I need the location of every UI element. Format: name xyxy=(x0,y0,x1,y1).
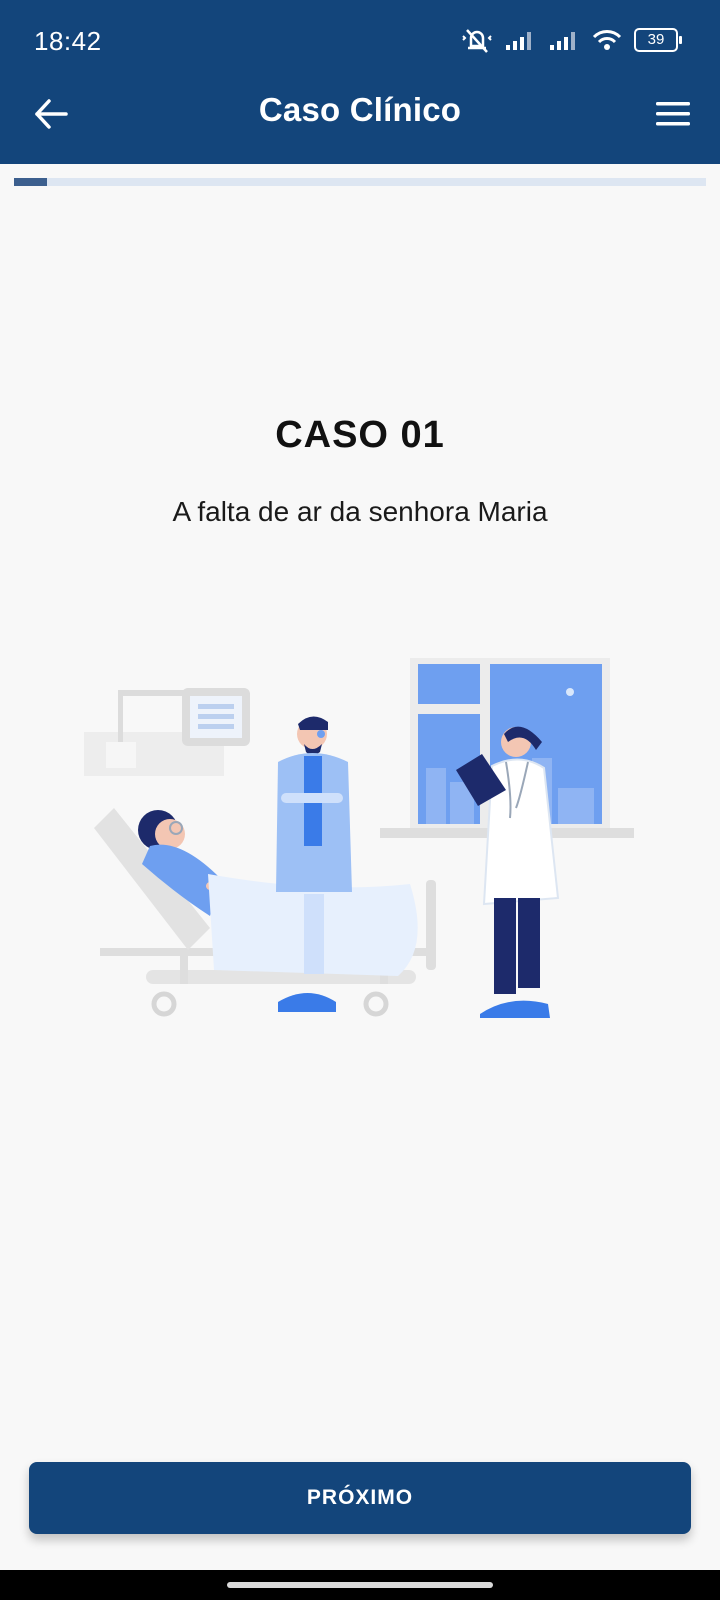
page-title: Caso Clínico xyxy=(258,91,462,128)
status-time: 18:42 xyxy=(34,26,102,56)
case-subtitle: A falta de ar da senhora Maria xyxy=(172,496,548,527)
menu-button[interactable] xyxy=(654,96,694,132)
case-progress-bar xyxy=(14,178,706,186)
signal-icon xyxy=(506,32,531,50)
status-icons: 39 xyxy=(462,24,682,56)
home-indicator[interactable] xyxy=(227,1582,493,1588)
progress-fill xyxy=(14,178,47,186)
signal-icon xyxy=(550,32,575,50)
app-header: 18:42 39 Caso Clínico xyxy=(0,0,720,164)
hamburger-menu-icon xyxy=(656,102,690,126)
wifi-icon xyxy=(592,30,622,50)
next-button[interactable]: PRÓXIMO xyxy=(29,1462,691,1534)
case-title: CASO 01 xyxy=(275,414,445,456)
battery-icon: 39 xyxy=(634,28,682,52)
system-nav-bar xyxy=(0,1570,720,1600)
hospital-room-illustration xyxy=(84,658,634,1018)
mute-vibrate-icon xyxy=(462,29,492,53)
